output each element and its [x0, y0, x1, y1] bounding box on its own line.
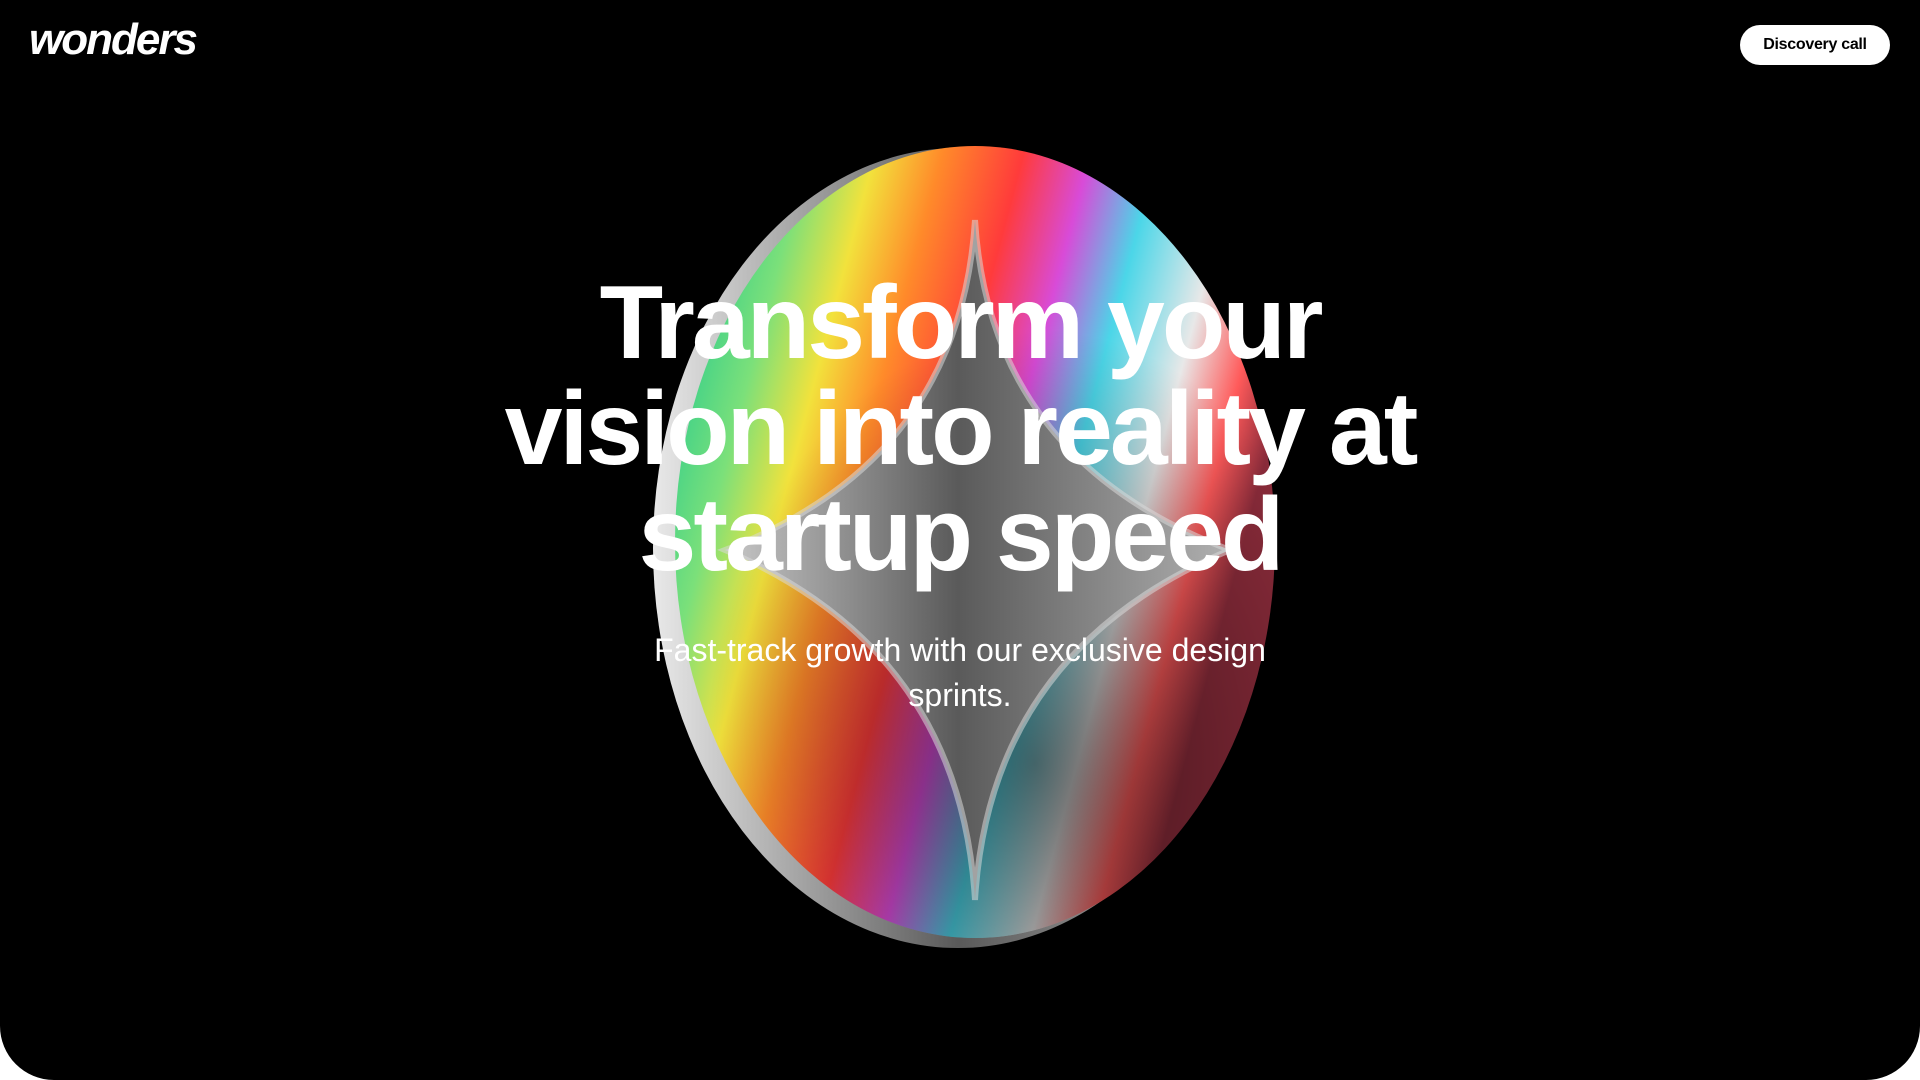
headline-line: vision into reality at	[504, 371, 1419, 487]
hero-headline-block: Transform your vision into reality at st…	[360, 270, 1560, 588]
discovery-call-button[interactable]: Discovery call	[1740, 25, 1890, 65]
headline-line: Transform your	[599, 265, 1324, 381]
hero-subtitle: Fast-track growth with our exclusive des…	[654, 632, 1266, 713]
brand-logo[interactable]: wonders	[29, 18, 198, 62]
hero-section: wonders Discovery call Transform your vi…	[0, 0, 1920, 1080]
hero-headline: Transform your vision into reality at st…	[360, 270, 1560, 588]
headline-line: startup speed	[638, 477, 1285, 593]
